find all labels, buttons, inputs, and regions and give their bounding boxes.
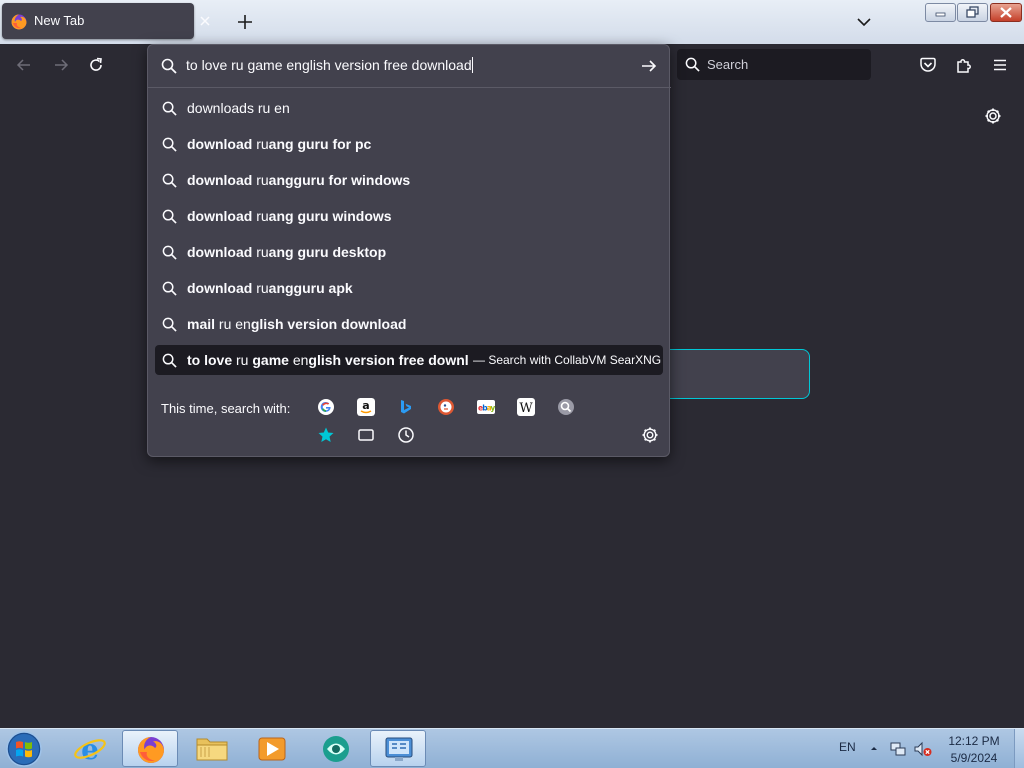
close-tab-icon[interactable]	[197, 13, 213, 29]
suggestion-text: download ruang guru for pc	[187, 136, 372, 152]
search-placeholder: Search	[707, 57, 749, 72]
suggestion-text: downloads ru en	[187, 100, 290, 116]
content-search-box[interactable]	[660, 349, 810, 399]
pocket-icon[interactable]	[919, 56, 937, 74]
amazon-icon[interactable]: a	[357, 398, 375, 416]
language-indicator[interactable]: EN	[839, 740, 856, 754]
svg-text:a: a	[362, 399, 369, 412]
chevron-down-icon[interactable]	[855, 14, 873, 30]
firefox-icon	[138, 737, 164, 763]
suggestion-item[interactable]: download ruang guru windows	[155, 201, 663, 231]
restore-button[interactable]	[957, 3, 988, 22]
bing-icon[interactable]	[397, 398, 415, 416]
urlbar-dropdown: to love ru game english version free dow…	[147, 44, 671, 457]
taskbar-media-player[interactable]	[244, 730, 300, 767]
search-icon	[685, 57, 700, 72]
one-off-label: This time, search with:	[161, 401, 291, 416]
taskbar: e EN 12:12 PM 5/9/2024	[0, 728, 1024, 768]
network-icon[interactable]	[889, 740, 907, 758]
tab-title: New Tab	[34, 13, 85, 28]
search-icon	[162, 317, 177, 332]
suggestion-text: download ruangguru apk	[187, 280, 353, 296]
search-icon	[162, 173, 177, 188]
url-input-row[interactable]: to love ru game english version free dow…	[148, 45, 671, 87]
search-bar[interactable]: Search	[677, 49, 871, 80]
forward-icon[interactable]	[52, 56, 70, 74]
back-icon[interactable]	[15, 56, 33, 74]
url-input[interactable]: to love ru game english version free dow…	[186, 57, 473, 73]
google-icon[interactable]	[317, 398, 335, 416]
tab-new-tab[interactable]: New Tab	[2, 3, 194, 39]
search-icon	[162, 209, 177, 224]
star-icon[interactable]	[317, 426, 335, 444]
suggestion-item[interactable]: download ruangguru for windows	[155, 165, 663, 195]
suggestion-text: download ruangguru for windows	[187, 172, 411, 188]
control-panel-icon	[385, 737, 413, 761]
search-icon	[162, 137, 177, 152]
go-arrow-icon[interactable]	[640, 58, 658, 74]
clock-time[interactable]: 12:12 PM	[942, 734, 1006, 748]
search-icon	[161, 58, 177, 74]
minimize-button[interactable]	[925, 3, 956, 22]
search-icon	[162, 353, 177, 368]
search-engine-hint: — Search with CollabVM SearXNG	[473, 353, 662, 367]
app-icon	[323, 736, 349, 762]
suggestion-item[interactable]: download ruang guru for pc	[155, 129, 663, 159]
one-off-search-row: This time, search with: a e b a y W	[148, 391, 671, 457]
ebay-icon[interactable]: e b a y	[477, 398, 495, 416]
duckduckgo-icon[interactable]	[437, 398, 455, 416]
svg-text:e: e	[81, 733, 99, 766]
new-tab-icon[interactable]	[236, 13, 254, 31]
firefox-icon	[11, 14, 27, 30]
search-icon	[162, 245, 177, 260]
suggestion-text: download ruang guru windows	[187, 208, 392, 224]
gear-icon[interactable]	[984, 107, 1002, 125]
svg-text:W: W	[519, 401, 533, 416]
gear-icon[interactable]	[641, 426, 659, 444]
suggestion-item[interactable]: download ruang guru desktop	[155, 237, 663, 267]
search-icon	[162, 101, 177, 116]
search-icon	[162, 281, 177, 296]
taskbar-app[interactable]	[308, 730, 364, 767]
tab-icon[interactable]	[357, 426, 375, 444]
clock-icon[interactable]	[397, 426, 415, 444]
suggestion-item-selected[interactable]: to love ru game english version free dow…	[155, 345, 663, 375]
suggestion-item[interactable]: download ruangguru apk	[155, 273, 663, 303]
suggestion-text: to love ru game english version free dow…	[187, 352, 468, 368]
extensions-icon[interactable]	[955, 56, 973, 74]
media-player-icon	[258, 737, 286, 761]
clock-date[interactable]: 5/9/2024	[942, 751, 1006, 765]
internet-explorer-icon: e	[74, 733, 106, 766]
title-bar: New Tab	[0, 0, 1024, 44]
taskbar-firefox[interactable]	[122, 730, 178, 767]
show-desktop-button[interactable]	[1014, 729, 1024, 768]
taskbar-internet-explorer[interactable]: e	[62, 730, 118, 767]
wikipedia-icon[interactable]: W	[517, 398, 535, 416]
folder-icon	[196, 738, 228, 761]
suggestion-item[interactable]: downloads ru en	[155, 93, 663, 123]
chevron-up-icon[interactable]	[869, 743, 879, 753]
searxng-icon[interactable]	[557, 398, 575, 416]
taskbar-control-panel[interactable]	[370, 730, 426, 767]
suggestion-text: mail ru english version download	[187, 316, 407, 332]
divider	[148, 87, 671, 88]
reload-icon[interactable]	[87, 56, 105, 74]
start-button[interactable]	[4, 730, 44, 768]
suggestion-item[interactable]: mail ru english version download	[155, 309, 663, 339]
suggestion-text: download ruang guru desktop	[187, 244, 387, 260]
taskbar-file-explorer[interactable]	[184, 730, 240, 767]
svg-text:y: y	[490, 404, 495, 413]
volume-muted-icon[interactable]	[913, 740, 933, 758]
close-window-button[interactable]	[990, 3, 1022, 22]
menu-icon[interactable]	[991, 56, 1009, 74]
